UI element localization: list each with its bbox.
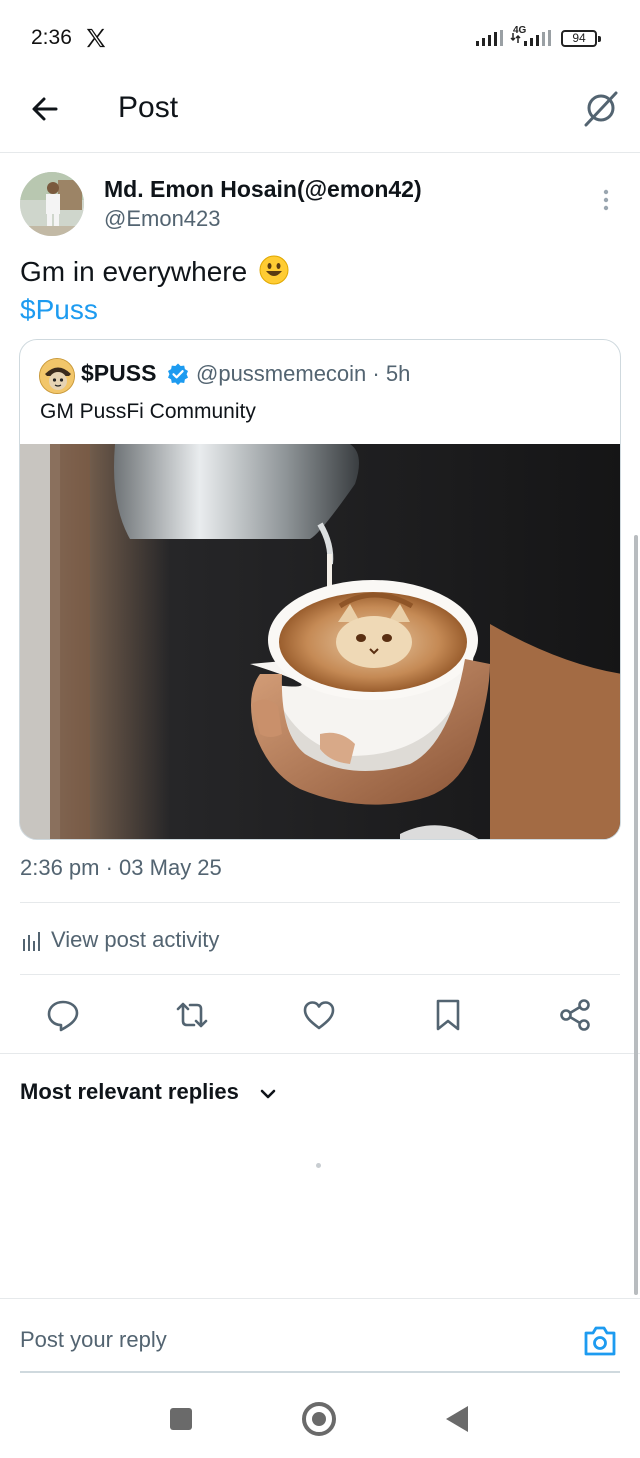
quote-handle-time: @pussmemecoin · 5h (196, 361, 411, 386)
scrollbar[interactable] (634, 535, 638, 1295)
camera-icon[interactable] (582, 1324, 618, 1358)
divider (20, 902, 620, 903)
quoted-post-card[interactable]: $PUSS @pussmemecoin · 5h GM PussFi Commu… (19, 339, 621, 840)
post-text: Gm in everywhere (20, 255, 289, 288)
post-text-content: Gm in everywhere (20, 256, 248, 287)
quote-author-name[interactable]: $PUSS (81, 360, 156, 387)
verified-badge-icon (168, 363, 188, 385)
chevron-down-icon[interactable] (258, 1084, 278, 1104)
signal-icon (476, 30, 503, 46)
more-options-icon[interactable] (598, 188, 614, 212)
analytics-icon (23, 932, 40, 951)
system-navigation-bar (0, 1378, 640, 1458)
divider (0, 1053, 640, 1054)
status-time: 2:36 (31, 26, 72, 49)
loading-indicator (316, 1163, 321, 1168)
bookmark-icon[interactable] (430, 997, 466, 1033)
share-icon[interactable] (557, 997, 593, 1033)
reply-input[interactable] (20, 1327, 500, 1353)
quote-text: GM PussFi Community (40, 400, 256, 423)
repost-icon[interactable] (174, 997, 210, 1033)
home-button[interactable] (302, 1402, 336, 1436)
view-post-activity-label: View post activity (51, 927, 220, 952)
smiley-emoji-icon (259, 255, 289, 285)
x-logo-icon (86, 28, 106, 48)
author-avatar[interactable] (20, 172, 84, 236)
top-header: Post (0, 76, 640, 153)
grok-icon[interactable] (582, 89, 620, 127)
page-title: Post (118, 91, 179, 124)
signal-icon (510, 30, 551, 46)
battery-indicator: 94 (561, 30, 601, 47)
reply-composer (0, 1298, 640, 1372)
recent-apps-button[interactable] (170, 1408, 192, 1430)
author-handle[interactable]: @Emon423 (104, 206, 221, 232)
system-back-button[interactable] (446, 1406, 468, 1432)
replies-sort-dropdown[interactable]: Most relevant replies (20, 1079, 239, 1105)
author-name[interactable]: Md. Emon Hosain(@emon42) (104, 176, 422, 203)
cashtag-link[interactable]: $Puss (20, 294, 98, 326)
like-icon[interactable] (301, 997, 337, 1033)
reply-input-underline (20, 1371, 620, 1373)
status-bar: 2:36 4G 94 (0, 0, 640, 76)
quote-author-avatar[interactable] (39, 358, 75, 394)
divider (20, 974, 620, 975)
post-timestamp: 2:36 pm · 03 May 25 (20, 855, 222, 880)
back-arrow-icon[interactable] (28, 92, 62, 126)
quote-media-image[interactable] (20, 444, 621, 840)
reply-icon[interactable] (45, 997, 81, 1033)
